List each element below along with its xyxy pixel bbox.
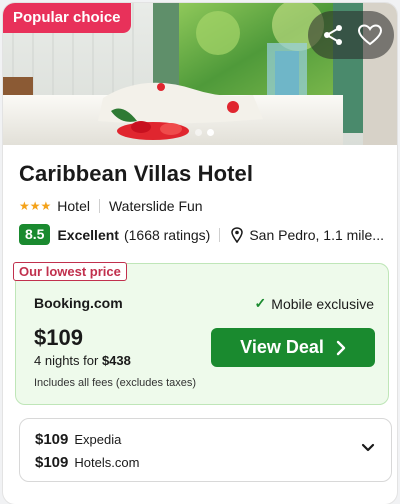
hotel-name[interactable]: Caribbean Villas Hotel (19, 161, 253, 187)
other-deals-dropdown[interactable]: $109 Expedia $109 Hotels.com (19, 418, 392, 482)
other-deal-provider: Expedia (74, 432, 122, 447)
chevron-down-icon[interactable] (361, 443, 375, 453)
other-deal-price: $109 (35, 454, 69, 471)
lowest-price-tag: Our lowest price (13, 262, 127, 281)
share-button[interactable] (316, 18, 350, 52)
photo-actions (308, 11, 394, 59)
rating-word: Excellent (57, 226, 119, 243)
favorite-button[interactable] (353, 18, 387, 52)
chevron-right-icon (336, 340, 346, 356)
nights-label: 4 nights for (34, 353, 99, 368)
hotel-type: Hotel (57, 198, 90, 214)
carousel-dot[interactable] (195, 129, 202, 136)
other-deal-provider: Hotels.com (74, 455, 140, 470)
ratings-count: (1668 ratings) (123, 226, 211, 243)
hotel-card[interactable]: Popular choice Caribbean Villas Hotel ★★… (3, 3, 397, 504)
other-deal-row: $109 Hotels.com (35, 454, 139, 471)
view-deal-button[interactable]: View Deal (211, 328, 375, 367)
rating-row: 8.5 Excellent (1668 ratings) San Pedro, … (19, 224, 384, 245)
deal-price: $109 (34, 325, 83, 350)
other-deal-row: $109 Expedia (35, 431, 121, 448)
deal-provider: Booking.com (34, 295, 123, 311)
total-price: 4 nights for $438 (34, 353, 131, 368)
location-pin-icon (231, 226, 244, 243)
share-icon (323, 25, 342, 45)
carousel-dot-active[interactable] (207, 129, 214, 136)
hotel-photo[interactable]: Popular choice (3, 3, 397, 145)
mobile-exclusive-label: Mobile exclusive (271, 295, 374, 312)
view-deal-label: View Deal (240, 337, 324, 357)
nights-total: $438 (101, 353, 131, 368)
divider (98, 199, 100, 213)
check-icon: ✓ (254, 295, 267, 311)
hotel-location: San Pedro, 1.1 mile... (249, 226, 384, 243)
mobile-exclusive: ✓ Mobile exclusive (255, 295, 374, 312)
popular-choice-badge: Popular choice (3, 3, 131, 33)
hotel-amenity: Waterslide Fun (108, 198, 203, 214)
review-score: 8.5 (19, 224, 51, 245)
heart-icon (357, 24, 382, 46)
divider (219, 227, 221, 242)
hotel-meta: ★★★ Hotel Waterslide Fun (19, 198, 203, 214)
star-rating: ★★★ (19, 199, 52, 213)
fees-note: Includes all fees (excludes taxes) (34, 377, 197, 389)
other-deal-price: $109 (35, 431, 69, 448)
carousel-dots (195, 129, 214, 136)
